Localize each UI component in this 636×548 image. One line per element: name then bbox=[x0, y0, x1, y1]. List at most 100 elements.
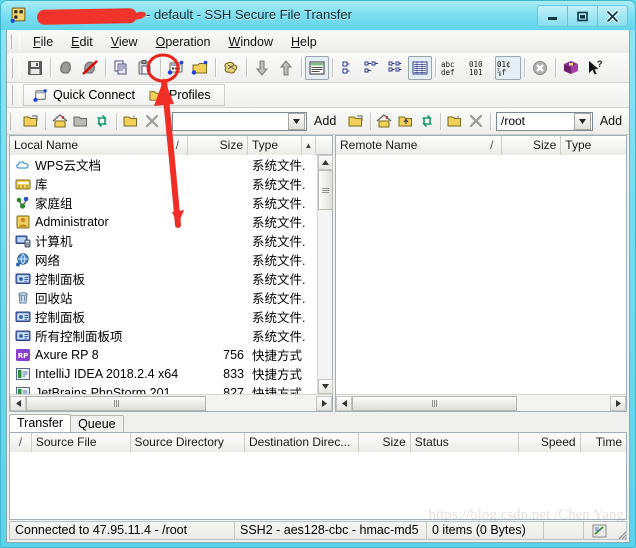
context-help-button[interactable]: ? bbox=[583, 56, 607, 80]
transfer-col-dest-dir[interactable]: Destination Direc... bbox=[244, 433, 360, 452]
menu-view[interactable]: View bbox=[102, 32, 147, 52]
scroll-up-button[interactable] bbox=[318, 155, 333, 170]
transfer-col-time[interactable]: Time bbox=[580, 433, 626, 452]
minimize-button[interactable] bbox=[537, 5, 568, 27]
upload-button[interactable] bbox=[274, 56, 298, 80]
scroll-thumb-h[interactable] bbox=[26, 395, 206, 411]
scroll-thumb-h[interactable] bbox=[352, 395, 517, 411]
local-col-type[interactable]: Type bbox=[248, 136, 302, 155]
quickconnect-grip[interactable] bbox=[12, 85, 20, 105]
local-delete-button[interactable] bbox=[141, 111, 162, 132]
transfer-col-size[interactable]: Size bbox=[359, 433, 411, 452]
transfer-col-status[interactable]: Status bbox=[410, 433, 520, 452]
table-row[interactable]: WPS云文档 系统文件. bbox=[10, 155, 332, 174]
resize-grip-icon[interactable] bbox=[614, 527, 627, 540]
remote-horizontal-scrollbar[interactable] bbox=[336, 394, 626, 411]
local-sort-indicator[interactable]: ▲ bbox=[302, 136, 316, 155]
local-root-button[interactable] bbox=[70, 111, 91, 132]
local-col-name[interactable]: Local Name / bbox=[10, 136, 188, 155]
download-button[interactable] bbox=[250, 56, 274, 80]
menu-file[interactable]: File bbox=[24, 32, 62, 52]
remote-col-name[interactable]: Remote Name / bbox=[336, 136, 503, 155]
menu-operation[interactable]: Operation bbox=[147, 32, 220, 52]
transfer-col-speed[interactable]: Speed bbox=[519, 433, 581, 452]
binary-transfer-button[interactable]: 010 101 bbox=[467, 56, 495, 80]
connect-button[interactable] bbox=[54, 56, 78, 80]
remote-up-one-level-button[interactable] bbox=[345, 111, 366, 132]
local-horizontal-scrollbar[interactable] bbox=[10, 394, 332, 411]
pathbar-grip[interactable] bbox=[10, 112, 18, 130]
remote-path-combo[interactable]: /root bbox=[495, 111, 593, 131]
table-row[interactable]: JetBrains PhpStorm 201... 827 快捷方式 bbox=[10, 383, 332, 394]
transfer-col-source-file[interactable]: Source File bbox=[31, 433, 131, 452]
quick-connect-button[interactable]: Quick Connect bbox=[26, 88, 142, 103]
menu-help[interactable]: Help bbox=[282, 32, 326, 52]
close-button[interactable] bbox=[598, 5, 628, 27]
local-vertical-scrollbar[interactable] bbox=[317, 155, 333, 394]
remote-home-button[interactable] bbox=[374, 111, 395, 132]
remote-new-folder-button[interactable] bbox=[444, 111, 465, 132]
table-row[interactable]: Administrator 系统文件. bbox=[10, 212, 332, 231]
show-details-button[interactable] bbox=[305, 55, 329, 80]
menu-grip[interactable] bbox=[11, 34, 20, 49]
table-row[interactable]: 库 系统文件. bbox=[10, 174, 332, 193]
remote-parent-folder-button[interactable] bbox=[395, 111, 416, 132]
tab-transfer[interactable]: Transfer bbox=[9, 414, 72, 432]
list-view-button[interactable] bbox=[360, 56, 384, 80]
local-path-dropdown-arrow[interactable] bbox=[288, 112, 306, 130]
profiles-button[interactable]: Profiles bbox=[142, 88, 218, 103]
table-row[interactable]: 网络 系统文件. bbox=[10, 250, 332, 269]
remote-file-rows[interactable] bbox=[336, 155, 626, 394]
new-file-transfer-window-button[interactable] bbox=[164, 56, 188, 80]
scroll-left-button[interactable] bbox=[336, 395, 352, 411]
auto-transfer-button[interactable]: 01¢ ⅞f bbox=[495, 55, 521, 80]
local-home-button[interactable] bbox=[49, 111, 70, 132]
tab-queue[interactable]: Queue bbox=[70, 415, 124, 432]
remote-col-size[interactable]: Size bbox=[502, 136, 562, 155]
transfer-col-sort[interactable]: / bbox=[10, 433, 32, 452]
local-refresh-button[interactable] bbox=[92, 111, 113, 132]
disconnect-button[interactable] bbox=[78, 56, 102, 80]
local-col-size[interactable]: Size bbox=[188, 136, 248, 155]
scroll-down-button[interactable] bbox=[318, 379, 333, 394]
scroll-right-button[interactable] bbox=[610, 395, 626, 411]
local-new-folder-button[interactable] bbox=[120, 111, 141, 132]
remote-path-dropdown-arrow[interactable] bbox=[573, 112, 591, 130]
new-terminal-window-button[interactable] bbox=[188, 56, 212, 80]
add-bookmark-button[interactable] bbox=[219, 56, 243, 80]
transfer-col-source-dir[interactable]: Source Directory bbox=[130, 433, 245, 452]
table-row[interactable]: 所有控制面板项 系统文件. bbox=[10, 326, 332, 345]
scroll-right-button[interactable] bbox=[316, 395, 332, 411]
copy-button[interactable] bbox=[109, 56, 133, 80]
remote-col-type[interactable]: Type bbox=[561, 136, 626, 155]
remote-path-value[interactable]: /root bbox=[497, 114, 574, 128]
table-row[interactable]: 家庭组 系统文件. bbox=[10, 193, 332, 212]
large-list-button[interactable] bbox=[384, 56, 408, 80]
stop-button[interactable] bbox=[528, 56, 552, 80]
help-book-button[interactable] bbox=[559, 56, 583, 80]
menu-window[interactable]: Window bbox=[220, 32, 282, 52]
ascii-transfer-button[interactable]: abc def bbox=[439, 56, 467, 80]
table-row[interactable]: 控制面板 系统文件. bbox=[10, 307, 332, 326]
table-row[interactable]: RP Axure RP 8 756 快捷方式 bbox=[10, 345, 332, 364]
scroll-thumb[interactable] bbox=[318, 170, 333, 210]
remote-delete-button[interactable] bbox=[466, 111, 487, 132]
table-row[interactable]: IntelliJ IDEA 2018.2.4 x64 833 快捷方式 bbox=[10, 364, 332, 383]
detail-grid-button[interactable] bbox=[408, 55, 432, 80]
remote-refresh-button[interactable] bbox=[416, 111, 437, 132]
local-path-combo[interactable] bbox=[171, 111, 308, 131]
toolbar-grip[interactable] bbox=[12, 57, 20, 78]
maximize-button[interactable] bbox=[568, 5, 598, 27]
local-file-rows[interactable]: WPS云文档 系统文件. 库系统文件. 家庭组 系统文件. Administrator 系统… bbox=[10, 155, 332, 394]
local-up-one-level-button[interactable] bbox=[21, 111, 42, 132]
paste-button[interactable] bbox=[133, 56, 157, 80]
scroll-left-button[interactable] bbox=[10, 395, 26, 411]
table-row[interactable]: 回收站 系统文件. bbox=[10, 288, 332, 307]
save-button[interactable] bbox=[23, 56, 47, 80]
remote-add-button[interactable]: Add bbox=[593, 114, 629, 128]
small-icons-button[interactable] bbox=[336, 56, 360, 80]
table-row[interactable]: 计算机 系统文件. bbox=[10, 231, 332, 250]
local-add-button[interactable]: Add bbox=[307, 114, 343, 128]
menu-edit[interactable]: Edit bbox=[62, 32, 102, 52]
table-row[interactable]: 控制面板 系统文件. bbox=[10, 269, 332, 288]
